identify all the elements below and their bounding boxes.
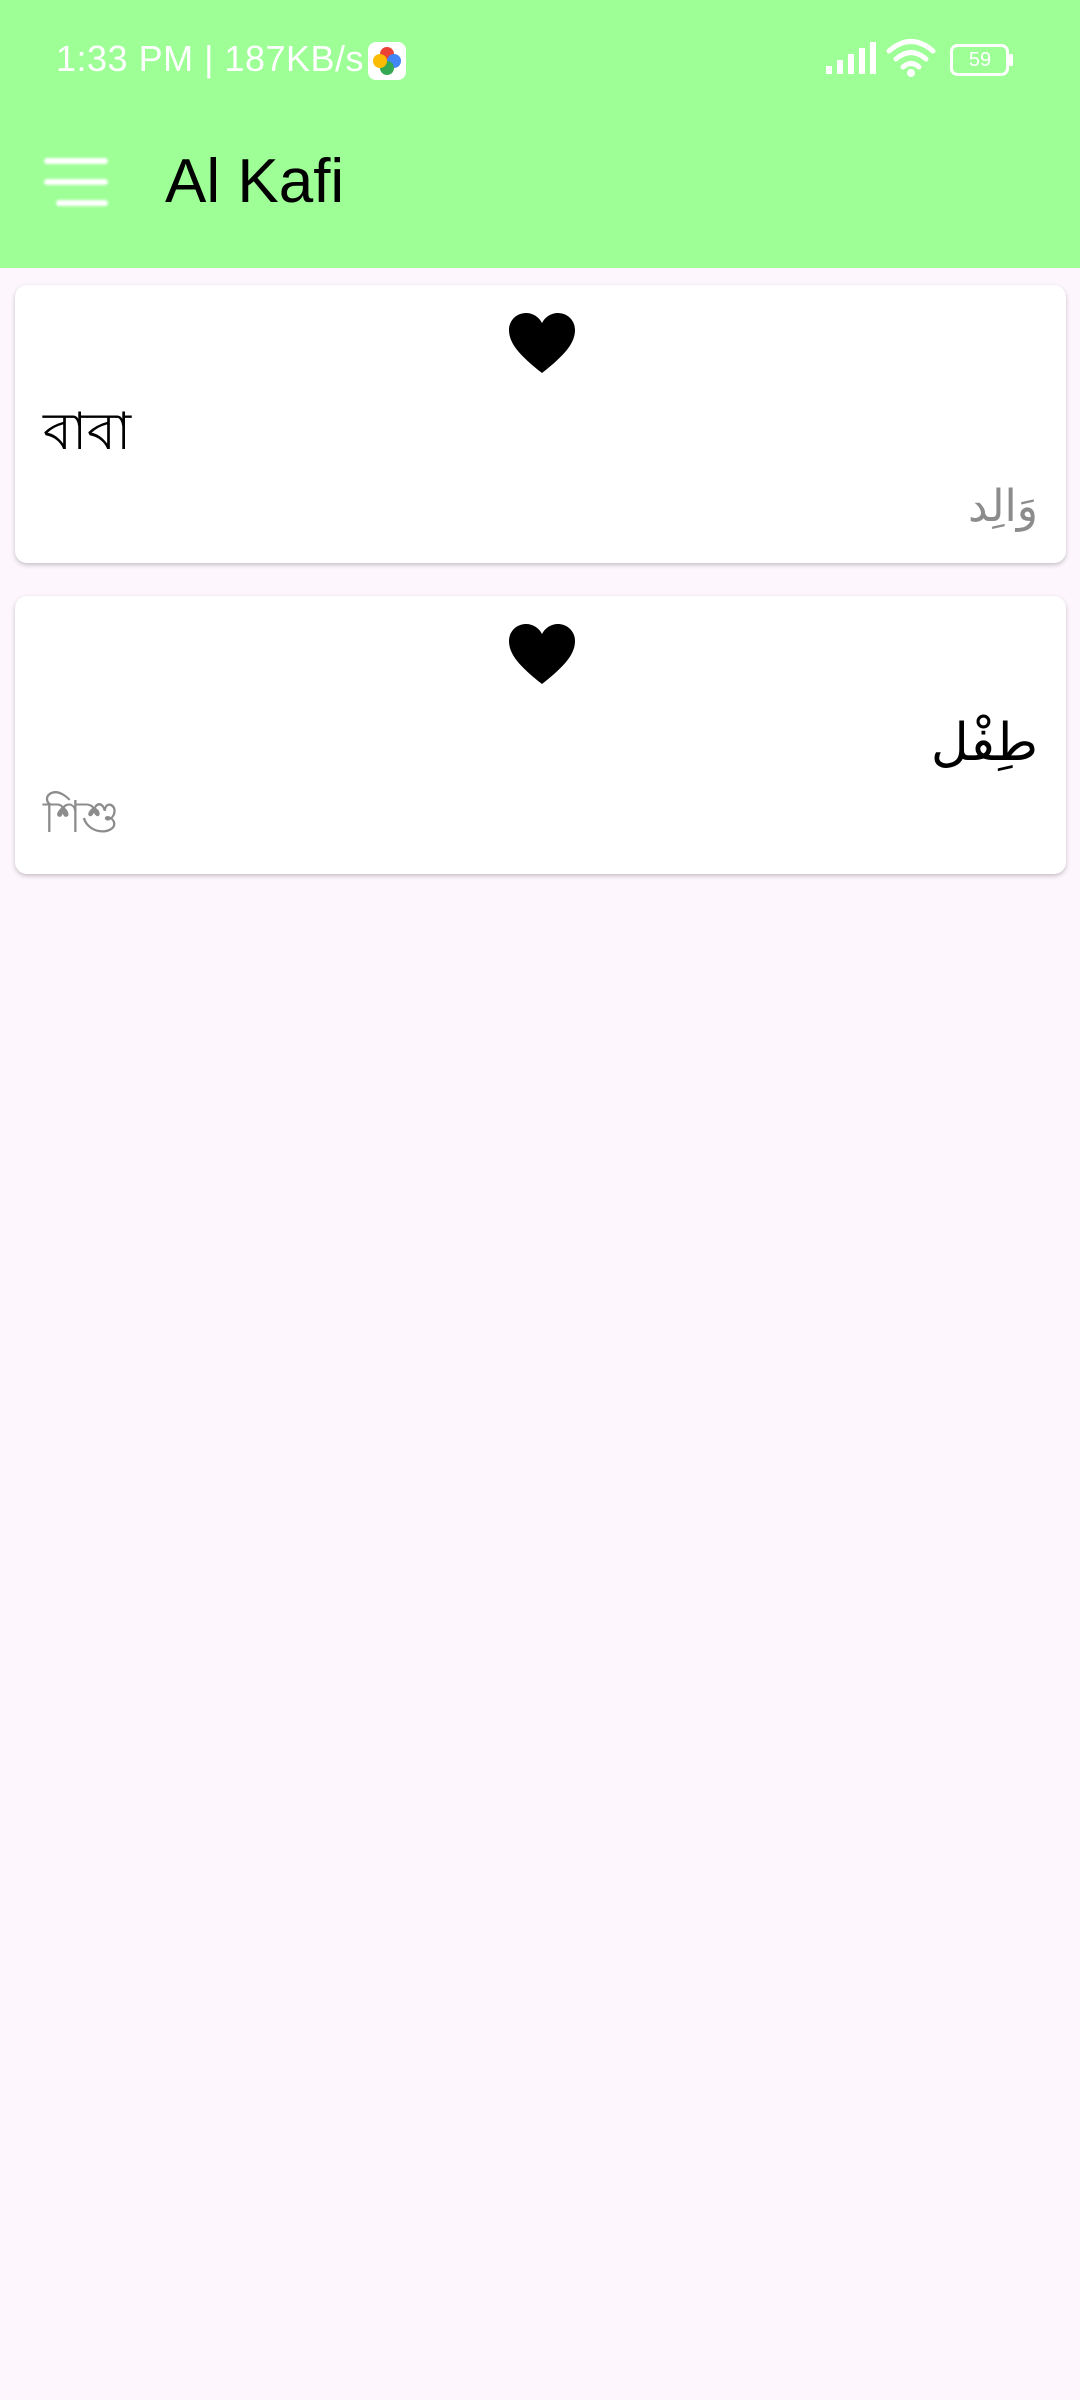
bengali-word: শিশু [43,792,120,843]
photos-icon [368,42,406,80]
bengali-word: বাবা [43,402,132,462]
heart-icon[interactable] [507,622,577,688]
status-bar: 1:33 PM | 187KB/s 59 [0,0,1080,124]
wifi-icon [886,38,936,78]
signal-icon [824,40,880,76]
word-card[interactable]: طِفْل শিশু [15,596,1066,874]
word-card[interactable]: বাবা وَالِد [15,285,1066,563]
app-bar: 1:33 PM | 187KB/s 59 Al Kafi [0,0,1080,268]
app-title: Al Kafi [165,147,345,216]
arabic-word: طِفْل [930,713,1038,773]
heart-icon[interactable] [507,311,577,377]
menu-icon [44,158,108,206]
battery-icon: 59 [950,44,1014,76]
battery-level: 59 [968,49,992,71]
status-time: 1:33 PM | 187KB/s [56,38,365,79]
arabic-word: وَالِد [968,481,1038,532]
menu-button[interactable] [36,140,120,224]
